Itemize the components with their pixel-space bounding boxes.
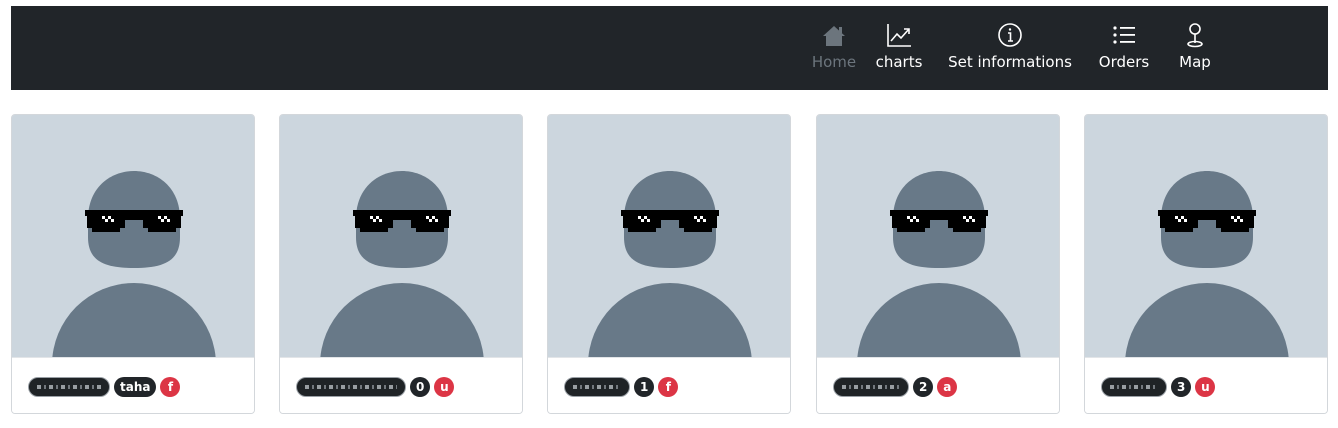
type-badge: f xyxy=(658,377,679,397)
user-card[interactable]: 1 f xyxy=(547,114,791,414)
type-badge: a xyxy=(937,377,958,397)
user-card[interactable]: 0 u xyxy=(279,114,523,414)
nav-charts[interactable]: charts xyxy=(875,6,923,90)
id-badge: 1 xyxy=(634,377,655,397)
avatar xyxy=(817,115,1059,357)
avatar xyxy=(12,115,254,357)
nav-set-informations-label: Set informations xyxy=(948,53,1072,71)
line-chart-icon xyxy=(885,21,913,49)
nav-set-informations[interactable]: Set informations xyxy=(948,6,1072,90)
house-icon xyxy=(820,21,848,49)
card-footer: 3 u xyxy=(1085,357,1327,413)
avatar xyxy=(280,115,522,357)
type-badge: f xyxy=(160,377,181,397)
nav-home[interactable]: Home xyxy=(802,6,866,90)
pin-icon xyxy=(1181,21,1209,49)
default-avatar-icon xyxy=(1085,115,1327,357)
avatar xyxy=(1085,115,1327,357)
user-card[interactable]: taha f xyxy=(11,114,255,414)
card-footer: 2 a xyxy=(817,357,1059,413)
default-avatar-icon xyxy=(817,115,1059,357)
id-badge: taha xyxy=(114,377,157,397)
redacted-name-badge xyxy=(833,377,909,397)
id-badge: 2 xyxy=(913,377,934,397)
redacted-name-badge xyxy=(296,377,406,397)
type-badge: u xyxy=(434,377,455,397)
id-badge: 3 xyxy=(1171,377,1192,397)
nav-orders[interactable]: Orders xyxy=(1096,6,1152,90)
nav-map-label: Map xyxy=(1179,53,1211,71)
default-avatar-icon xyxy=(12,115,254,357)
card-footer: taha f xyxy=(12,357,254,413)
user-card[interactable]: 3 u xyxy=(1084,114,1328,414)
redacted-name-badge xyxy=(1101,377,1167,397)
nav-charts-label: charts xyxy=(875,53,923,71)
redacted-name-badge xyxy=(28,377,110,397)
top-navbar: Home charts Set informations Orders Map xyxy=(11,6,1328,90)
id-badge: 0 xyxy=(410,377,431,397)
type-badge: u xyxy=(1195,377,1216,397)
card-footer: 1 f xyxy=(548,357,790,413)
default-avatar-icon xyxy=(548,115,790,357)
redacted-name-badge xyxy=(564,377,630,397)
avatar xyxy=(548,115,790,357)
user-card[interactable]: 2 a xyxy=(816,114,1060,414)
info-circle-icon xyxy=(996,21,1024,49)
nav-map[interactable]: Map xyxy=(1173,6,1217,90)
card-footer: 0 u xyxy=(280,357,522,413)
nav-orders-label: Orders xyxy=(1098,53,1150,71)
default-avatar-icon xyxy=(280,115,522,357)
list-icon xyxy=(1110,21,1138,49)
nav-home-label: Home xyxy=(811,53,857,71)
